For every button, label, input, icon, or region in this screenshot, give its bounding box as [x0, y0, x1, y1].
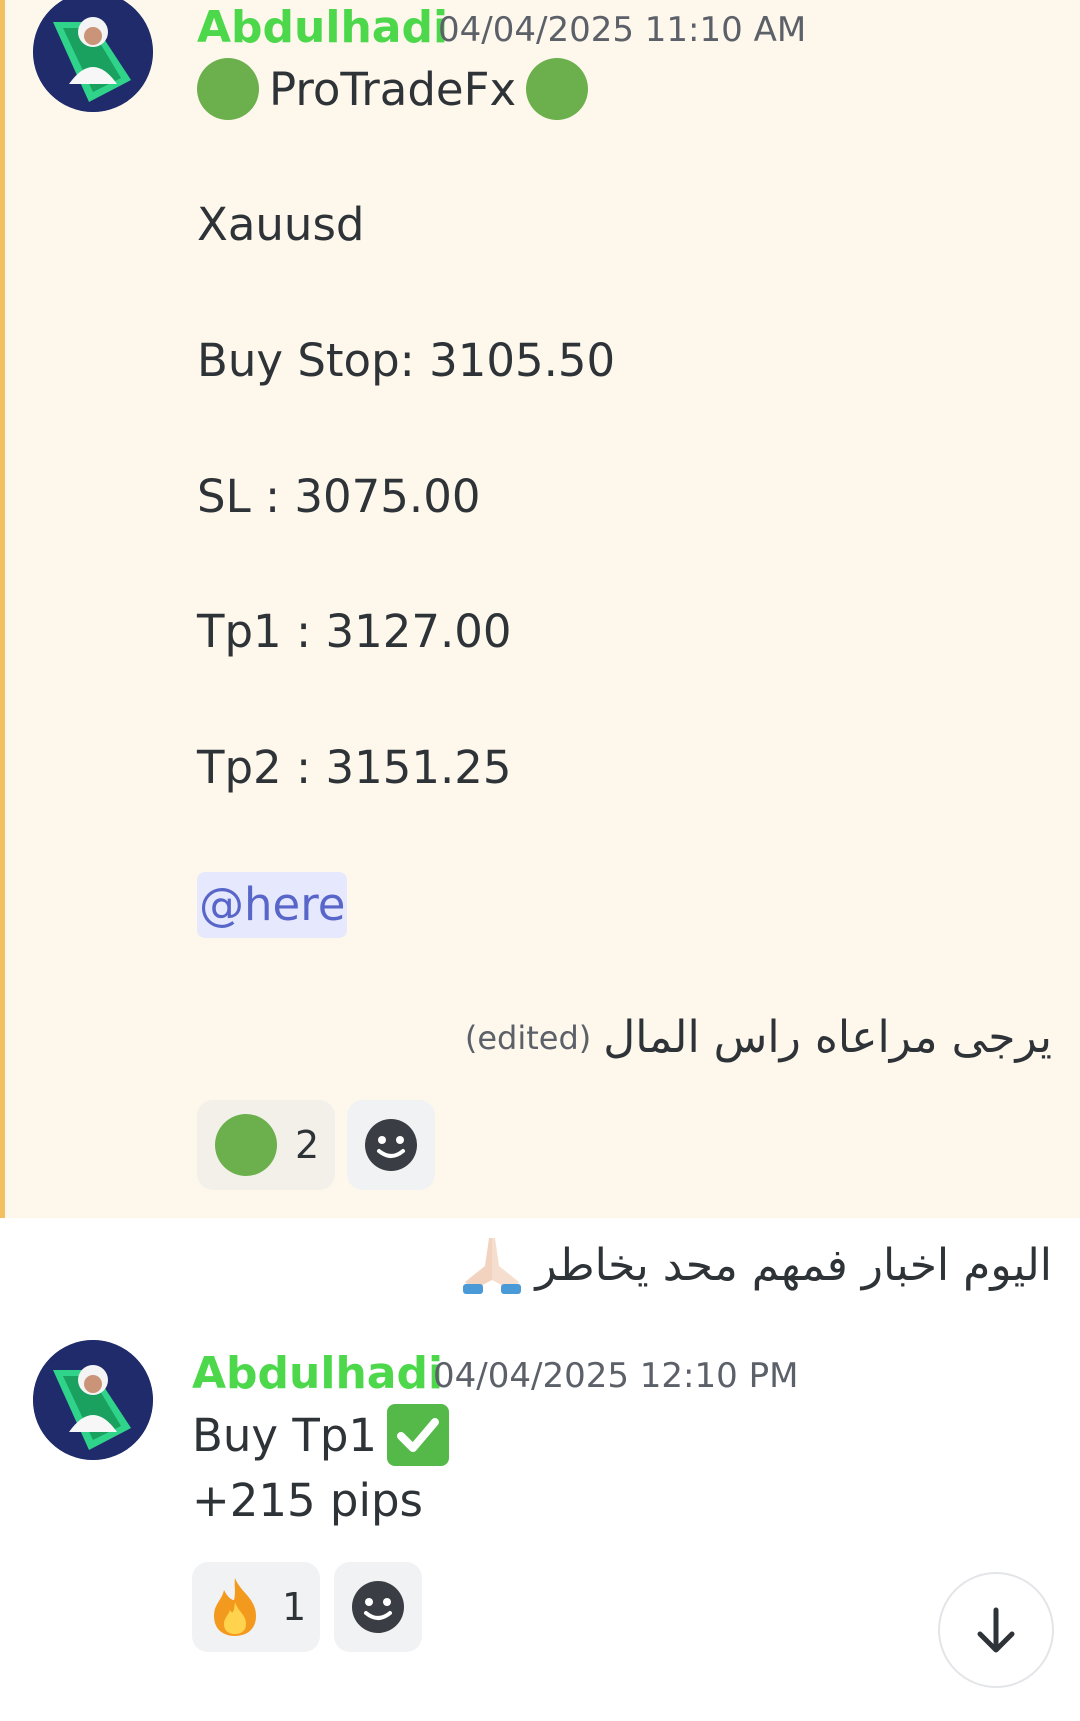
smiley-icon: [352, 1581, 404, 1633]
header-line: ProTradeFx: [197, 58, 589, 120]
buy-stop-line: Buy Stop: 3105.50: [197, 334, 616, 387]
result-line: Buy Tp1: [192, 1404, 450, 1466]
avatar[interactable]: [33, 1340, 153, 1460]
praying-hands-icon: [463, 1238, 522, 1294]
arabic-followup-line: اليوم اخبار فمهم محد يخاطر: [459, 1232, 1052, 1298]
check-mark-icon: [387, 1404, 450, 1466]
arabic-followup: اليوم اخبار فمهم محد يخاطر: [535, 1239, 1052, 1291]
jump-to-bottom-button[interactable]: [938, 1572, 1054, 1688]
symbol-line: Xauusd: [197, 198, 365, 251]
green-circle-icon: [197, 58, 259, 120]
add-reaction-button[interactable]: [347, 1100, 435, 1190]
here-mention[interactable]: @here: [197, 872, 348, 938]
highlighted-message: Abdulhadi 04/04/2025 11:10 AM ProTradeFx…: [0, 0, 1080, 1218]
reaction-green-circle[interactable]: 2: [197, 1100, 335, 1190]
timestamp: 04/04/2025 11:10 AM: [438, 10, 807, 50]
header-text: ProTradeFx: [269, 62, 517, 116]
author-name[interactable]: Abdulhadi: [197, 2, 448, 53]
green-circle-icon: [215, 1114, 277, 1176]
arrow-down-icon: [977, 1607, 1015, 1653]
add-reaction-button[interactable]: [334, 1562, 422, 1652]
reaction-count: 1: [282, 1585, 307, 1629]
take-profit-2-line: Tp2 : 3151.25: [197, 741, 512, 794]
arabic-note: يرجى مراعاه راس المال: [603, 1012, 1052, 1063]
green-circle-icon: [526, 58, 589, 120]
reaction-fire[interactable]: 1: [192, 1562, 320, 1652]
fire-icon: [214, 1578, 256, 1636]
smiley-icon: [365, 1119, 417, 1171]
reaction-count: 2: [295, 1123, 320, 1167]
arabic-note-line: (edited) يرجى مراعاه راس المال: [465, 1012, 1052, 1063]
result-text: Buy Tp1: [192, 1408, 378, 1462]
pips-line: +215 pips: [192, 1474, 423, 1527]
author-name[interactable]: Abdulhadi: [192, 1348, 443, 1399]
stop-loss-line: SL : 3075.00: [197, 470, 481, 523]
take-profit-1-line: Tp1 : 3127.00: [197, 605, 512, 658]
edited-label: (edited): [464, 1018, 592, 1057]
timestamp: 04/04/2025 12:10 PM: [433, 1356, 799, 1396]
avatar[interactable]: [33, 0, 153, 112]
